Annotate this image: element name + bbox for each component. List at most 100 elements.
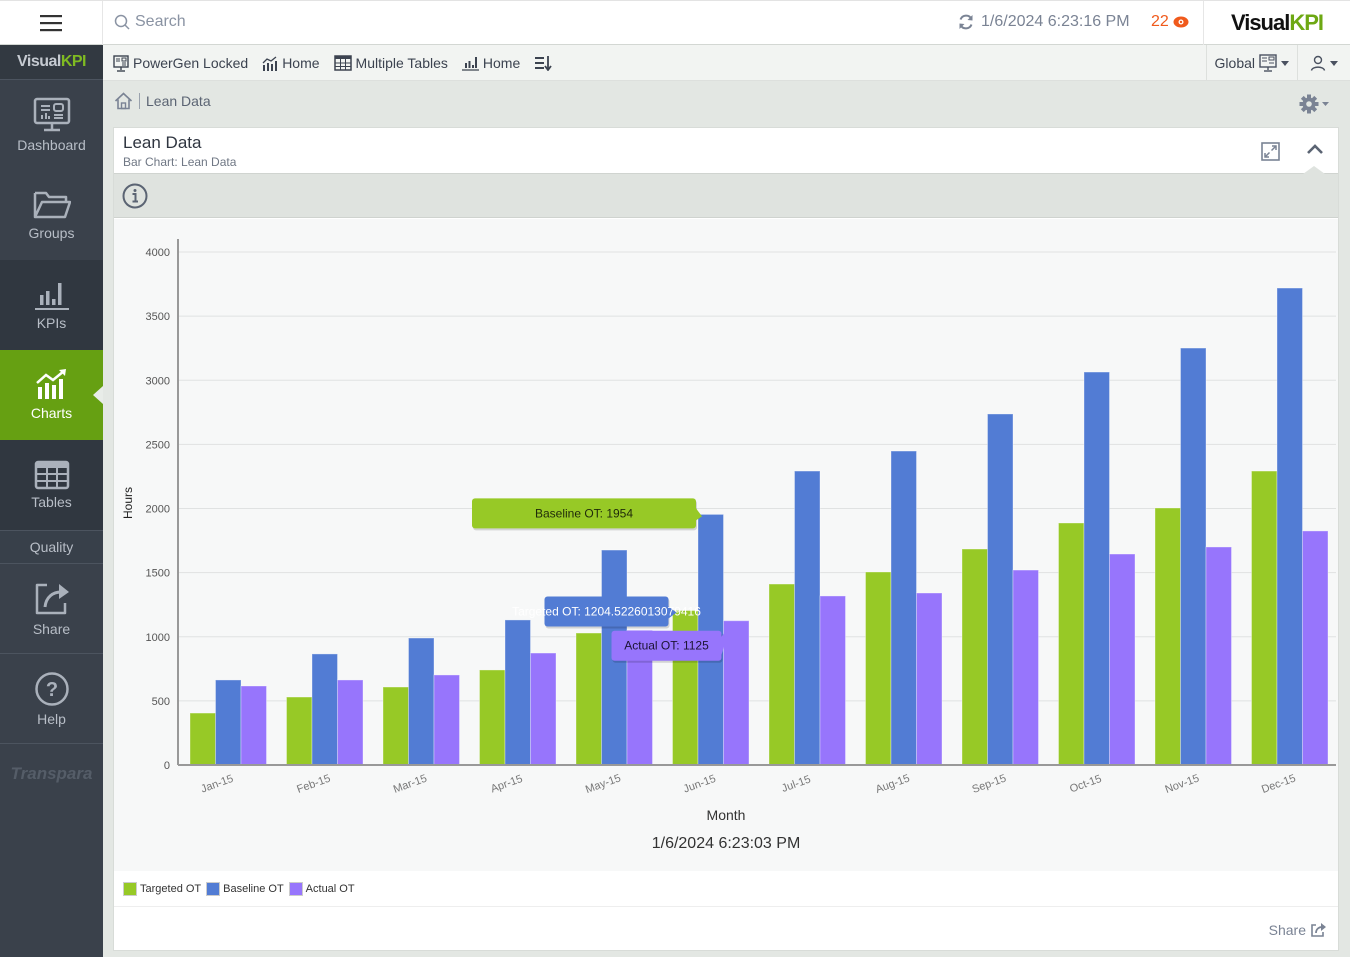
fullscreen-button[interactable] (1261, 142, 1280, 166)
sidebar-item-help[interactable]: ? Help (0, 654, 103, 744)
hamburger-icon (40, 15, 62, 32)
sidebar-item-groups[interactable]: Groups (0, 170, 103, 260)
tooltip: Baseline OT: 1954 (472, 498, 702, 531)
bar-chart: 0 500 1000 1500 2000 2500 3000 3500 4000 Jan-15 Fe… (121, 239, 1336, 852)
legend-swatch (288, 881, 303, 896)
bar-baseline-ot[interactable] (215, 679, 242, 766)
bar-baseline-ot[interactable] (408, 637, 435, 766)
bar-actual-ot[interactable] (433, 674, 460, 766)
bar-targeted-ot[interactable] (961, 548, 988, 766)
sidebar-item-label: Quality (29, 539, 74, 555)
bar-baseline-ot[interactable] (311, 653, 338, 766)
bar-actual-ot[interactable] (240, 685, 267, 766)
share-icon (1311, 923, 1326, 937)
bar-targeted-ot[interactable] (189, 712, 216, 766)
bar-targeted-ot[interactable] (865, 571, 892, 766)
refresh-button[interactable]: 1/6/2024 6:23:16 PM (957, 13, 1130, 31)
nav-link-home-kpis[interactable]: Home (461, 55, 521, 71)
favorites-bar: PowerGen Locked Home Multiple Tables Hom… (103, 45, 1350, 81)
svg-text:?: ? (45, 679, 57, 701)
share-label: Share (1268, 922, 1306, 938)
bar-baseline-ot[interactable] (987, 413, 1014, 766)
sidebar-item-label: Help (37, 710, 66, 727)
x-tick-label: Aug-15 (874, 772, 911, 795)
x-tick-label: Jul-15 (780, 773, 812, 795)
bar-targeted-ot[interactable] (768, 583, 795, 766)
table-icon (333, 55, 352, 71)
collapse-button[interactable] (1306, 142, 1324, 160)
user-menu[interactable] (1297, 45, 1350, 81)
table-icon (34, 460, 69, 490)
home-icon[interactable] (114, 92, 133, 110)
sort-favorites-button[interactable] (534, 55, 552, 71)
chart-trend-icon (262, 55, 278, 71)
info-icon[interactable] (122, 183, 148, 209)
bar-chart-icon (461, 56, 479, 71)
nav-link-label: PowerGen Locked (133, 55, 249, 71)
sidebar-item-tables[interactable]: Tables (0, 440, 103, 530)
tooltip-text: Targeted OT: 1204.5226013079416 (512, 605, 701, 619)
bar-baseline-ot[interactable] (504, 619, 531, 766)
search-input[interactable]: Search (114, 13, 186, 31)
y-tick-label: 2500 (146, 439, 170, 451)
sidebar-item-share[interactable]: Share (0, 564, 103, 654)
caret-down-icon (1322, 102, 1329, 106)
bar-baseline-ot[interactable] (1276, 287, 1303, 766)
sidebar-item-dashboard[interactable]: Dashboard (0, 80, 103, 170)
bar-baseline-ot[interactable] (890, 450, 917, 766)
bar-targeted-ot[interactable] (1251, 470, 1278, 766)
sidebar-item-kpis[interactable]: KPIs (0, 260, 103, 350)
bar-actual-ot[interactable] (916, 592, 943, 766)
settings-menu[interactable] (1299, 94, 1329, 114)
y-tick-label: 1000 (146, 632, 170, 644)
legend-label: Baseline OT (223, 882, 284, 895)
bar-baseline-ot[interactable] (1083, 371, 1110, 766)
sidebar-item-label: Charts (30, 405, 73, 421)
dashboard-icon (1259, 54, 1277, 72)
bar-actual-ot[interactable] (1109, 553, 1136, 766)
sidebar-item-quality[interactable]: Quality (0, 530, 103, 564)
nav-link-home-charts[interactable]: Home (262, 55, 320, 71)
bar-actual-ot[interactable] (723, 620, 750, 766)
alerts-button[interactable]: 22 (1151, 13, 1189, 31)
bar-targeted-ot[interactable] (479, 669, 506, 766)
nav-link-powergen-locked[interactable]: PowerGen Locked (113, 54, 249, 72)
bar-targeted-ot[interactable] (1058, 522, 1085, 766)
menu-button[interactable] (0, 1, 103, 45)
folder-icon (33, 191, 71, 219)
bar-actual-ot[interactable] (530, 652, 557, 766)
legend-item-baseline-ot[interactable]: Baseline OT (206, 881, 284, 896)
bar-targeted-ot[interactable] (286, 696, 313, 766)
breadcrumb-current: Lean Data (146, 93, 211, 109)
legend-item-actual-ot[interactable]: Actual OT (288, 881, 355, 896)
bar-baseline-ot[interactable] (794, 470, 821, 766)
bar-chart-icon (34, 283, 69, 310)
transpara-logo: Transpara (0, 744, 103, 804)
share-chart-button[interactable]: Share (1269, 922, 1326, 938)
legend-item-targeted-ot[interactable]: Targeted OT (123, 881, 202, 896)
bar-targeted-ot[interactable] (575, 632, 602, 766)
bar-actual-ot[interactable] (1302, 530, 1329, 766)
legend-label: Targeted OT (140, 882, 202, 895)
sidebar-logo: Visual KPI (0, 45, 103, 80)
nav-link-label: Home (282, 55, 320, 71)
y-tick-label: 4000 (146, 247, 170, 259)
sidebar-item-label: Groups (28, 225, 75, 241)
bar-baseline-ot[interactable] (1180, 347, 1207, 766)
x-tick-label: Dec-15 (1260, 772, 1297, 795)
y-tick-label: 0 (164, 760, 170, 772)
bar-actual-ot[interactable] (1012, 569, 1039, 766)
logo-text-kpi: KPI (1289, 10, 1324, 35)
bar-targeted-ot[interactable] (382, 686, 409, 766)
bar-targeted-ot[interactable] (1154, 507, 1181, 766)
bar-actual-ot[interactable] (1205, 546, 1232, 766)
nav-link-label: Home (482, 55, 521, 71)
bar-actual-ot[interactable] (819, 595, 846, 766)
nav-link-multiple-tables[interactable]: Multiple Tables (333, 55, 448, 71)
global-context-dropdown[interactable]: Global (1205, 45, 1297, 81)
bar-actual-ot[interactable] (337, 679, 364, 766)
transpara-logo-text: Transpara (10, 764, 93, 783)
sidebar-item-charts[interactable]: Charts (0, 350, 103, 440)
y-tick-label: 2000 (146, 504, 170, 516)
x-tick-label: May-15 (584, 772, 623, 796)
